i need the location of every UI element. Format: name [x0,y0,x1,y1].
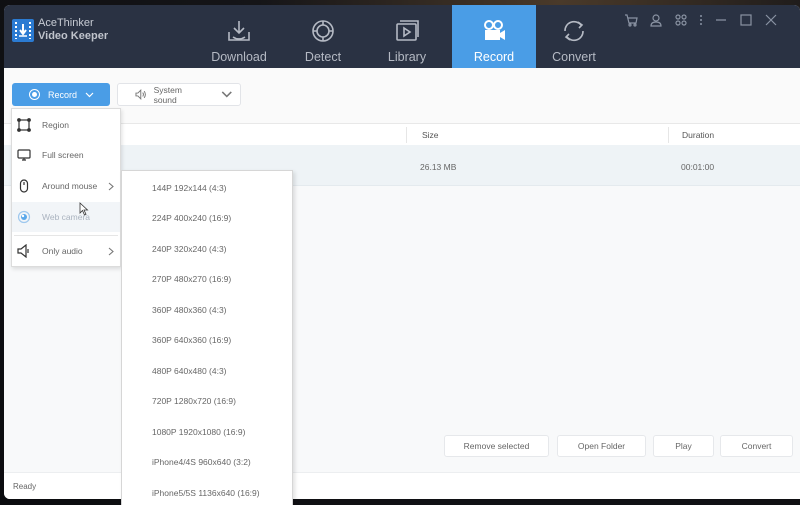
chevron-right-icon [108,182,114,190]
resolution-submenu: 144P 192x144 (4:3) 224P 400x240 (16:9) 2… [121,170,293,505]
menu-item-only-audio[interactable]: Only audio [12,236,120,266]
monitor-icon [17,148,31,162]
play-button[interactable]: Play [653,435,714,457]
resolution-option[interactable]: 240P 320x240 (4:3) [152,244,227,254]
tab-convert-label: Convert [552,50,596,64]
region-icon [17,118,31,132]
tab-convert[interactable]: Convert [532,5,616,68]
menu-item-region[interactable]: Region [12,110,120,140]
resolution-option[interactable]: 144P 192x144 (4:3) [152,183,227,193]
tab-record[interactable]: Record [452,5,536,68]
column-divider [406,127,407,143]
app-name-line1: AceThinker [38,17,94,29]
resolution-option[interactable]: 360P 640x360 (16:9) [152,335,231,345]
table-header: Size Duration [4,123,800,145]
resolution-option[interactable]: 224P 400x240 (16:9) [152,213,231,223]
app-name: AceThinker Video Keeper [38,17,108,43]
system-sound-label: System sound [153,84,182,105]
column-divider [668,127,669,143]
toolbar: Record System sound [4,68,800,123]
remove-selected-button[interactable]: Remove selected [444,435,549,457]
webcam-icon [17,210,31,224]
speaker-icon [17,243,31,259]
column-header-size[interactable]: Size [422,130,439,140]
app-logo-icon [12,19,34,42]
chevron-down-icon [222,91,233,98]
video-camera-icon [484,20,505,40]
mouse-cursor-icon [79,202,89,216]
column-header-duration[interactable]: Duration [682,130,714,140]
menu-item-label: Around mouse [42,181,98,191]
download-icon [228,21,250,41]
resolution-option[interactable]: 480P 640x480 (4:3) [152,366,227,376]
user-icon[interactable] [649,13,663,27]
menu-item-web-camera[interactable]: Web camera [12,202,120,232]
apps-icon[interactable] [674,13,688,27]
open-folder-button[interactable]: Open Folder [557,435,646,457]
minimize-icon[interactable] [714,13,728,27]
library-icon [396,20,419,41]
menu-item-label: Full screen [42,150,84,160]
speaker-icon [135,89,146,100]
status-text: Ready [13,482,37,491]
convert-icon [564,20,584,42]
resolution-option[interactable]: iPhone5/5S 1136x640 (16:9) [152,488,260,498]
window-controls [624,13,778,27]
close-icon[interactable] [764,13,778,27]
title-bar: AceThinker Video Keeper Download Detect … [4,5,800,68]
record-mode-menu: Region Full screen Around mouse Web came… [11,108,121,267]
tab-download-label: Download [211,50,267,64]
detect-icon [312,20,334,42]
resolution-option[interactable]: 1080P 1920x1080 (16:9) [152,427,245,437]
app-name-line2: Video Keeper [38,30,109,42]
tab-download[interactable]: Download [197,5,281,68]
resolution-option[interactable]: iPhone4/4S 960x640 (3:2) [152,457,251,467]
chevron-right-icon [108,247,114,255]
tab-library[interactable]: Library [365,5,449,68]
menu-item-full-screen[interactable]: Full screen [12,140,120,170]
chevron-down-icon [85,92,94,97]
mouse-icon [17,179,31,193]
record-radio-icon [29,89,40,100]
record-mode-button[interactable]: Record [12,83,110,106]
record-mode-label: Record [48,89,78,100]
row-duration: 00:01:00 [681,162,715,172]
system-sound-button[interactable]: System sound [117,83,241,106]
cart-icon[interactable] [624,13,638,27]
more-icon[interactable] [699,13,703,27]
menu-item-around-mouse[interactable]: Around mouse [12,171,120,201]
tab-library-label: Library [387,50,427,64]
tab-record-label: Record [473,50,515,64]
resolution-option[interactable]: 720P 1280x720 (16:9) [152,396,236,406]
row-size: 26.13 MB [420,162,457,172]
menu-item-label: Only audio [42,246,83,256]
tab-detect-label: Detect [304,50,342,64]
resolution-option[interactable]: 270P 480x270 (16:9) [152,274,231,284]
resolution-option[interactable]: 360P 480x360 (4:3) [152,305,227,315]
maximize-icon[interactable] [739,13,753,27]
convert-button[interactable]: Convert [720,435,793,457]
tab-detect[interactable]: Detect [281,5,365,68]
menu-item-label: Region [42,120,69,130]
